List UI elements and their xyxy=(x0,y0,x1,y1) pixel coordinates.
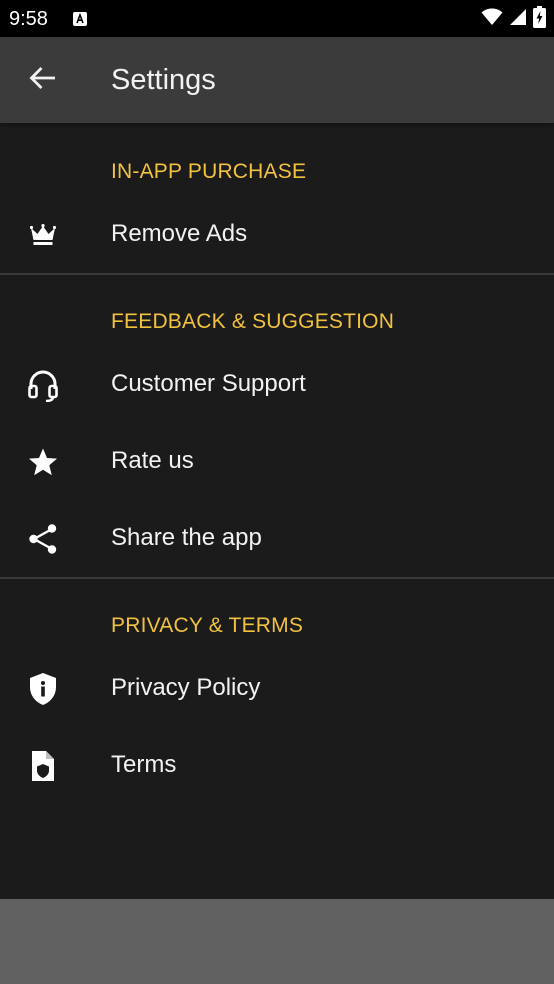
app-bar: Settings xyxy=(0,37,554,123)
settings-item-rate-us[interactable]: Rate us xyxy=(0,424,554,500)
signal-icon xyxy=(509,8,527,31)
settings-item-share-the-app[interactable]: Share the app xyxy=(0,501,554,577)
a-notification-icon xyxy=(72,11,88,27)
arrow-back-icon xyxy=(29,66,56,94)
headset-icon xyxy=(25,367,61,403)
status-time: 9:58 xyxy=(9,8,48,30)
battery-charging-icon xyxy=(533,5,546,33)
status-bar: 9:58 xyxy=(0,0,554,37)
section-header-privacy: PRIVACY & TERMS xyxy=(111,614,304,637)
settings-item-label: Share the app xyxy=(111,524,262,551)
document-shield-icon xyxy=(25,748,61,784)
star-icon xyxy=(25,444,61,480)
crown-icon xyxy=(25,217,61,253)
shield-info-icon xyxy=(25,671,61,707)
page-title: Settings xyxy=(111,64,216,96)
settings-item-customer-support[interactable]: Customer Support xyxy=(0,347,554,423)
settings-item-terms[interactable]: Terms xyxy=(0,728,554,804)
settings-list: IN-APP PURCHASE Remove Ads FEEDBACK & SU… xyxy=(0,123,554,899)
back-button[interactable] xyxy=(18,57,66,103)
status-icons xyxy=(481,5,546,33)
settings-item-privacy-policy[interactable]: Privacy Policy xyxy=(0,651,554,727)
settings-item-label: Rate us xyxy=(111,447,194,474)
section-header-in-app-purchase: IN-APP PURCHASE xyxy=(111,160,307,183)
section-header-feedback: FEEDBACK & SUGGESTION xyxy=(111,310,395,333)
share-icon xyxy=(25,521,61,557)
settings-item-remove-ads[interactable]: Remove Ads xyxy=(0,197,554,273)
settings-item-label: Terms xyxy=(111,751,177,778)
settings-item-label: Remove Ads xyxy=(111,220,248,247)
wifi-icon xyxy=(481,8,503,31)
settings-screen: 9:58 Settings IN-APP PURCHASE Remove Ads… xyxy=(0,0,554,984)
section-divider xyxy=(0,273,554,275)
settings-item-label: Customer Support xyxy=(111,370,306,397)
bottom-bar xyxy=(0,899,554,984)
section-divider xyxy=(0,577,554,579)
settings-item-label: Privacy Policy xyxy=(111,674,261,701)
